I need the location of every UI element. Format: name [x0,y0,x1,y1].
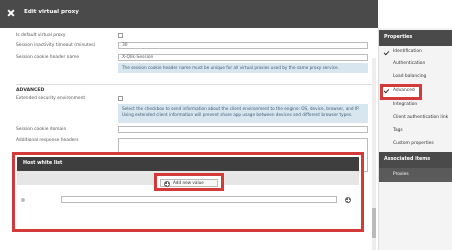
properties-header: Properties [379,30,452,46]
ext-security-checkbox[interactable] [118,96,123,101]
cookie-info-box: The session cookie header name must be u… [118,63,368,73]
add-new-value-label: Add new value [173,180,204,185]
add-row-icon[interactable] [345,197,351,203]
host-value-input[interactable] [61,196,337,203]
advanced-heading: ADVANCED [16,88,45,93]
sidebar-item-identification[interactable]: Identification [393,49,422,54]
properties-sidebar: Properties Identification Authentication… [378,28,452,250]
host-white-list-section: Host white list Add new value [12,152,364,232]
default-proxy-checkbox[interactable] [118,33,123,38]
inactivity-label: Session inactivity timeout (minutes) [16,43,96,48]
sidebar-item-integration[interactable]: Integration [393,102,417,107]
add-new-value-highlight: Add new value [154,173,224,191]
associated-items-header: Associated items [379,152,452,168]
dialog-header: Edit virtual proxy [0,0,378,28]
sidebar-item-custom-properties[interactable]: Custom properties [393,141,434,146]
close-icon[interactable] [8,10,14,16]
cookie-domain-label: Session cookie domain [16,127,67,132]
additional-headers-label: Additional response headers [16,138,79,143]
sidebar-item-client-auth-link[interactable]: Client authentication link [393,115,448,120]
add-new-value-button[interactable]: Add new value [160,179,218,187]
drag-handle-icon [21,198,25,202]
scrollbar[interactable] [372,58,376,250]
plus-circle-icon [164,181,170,187]
dialog-title: Edit virtual proxy [24,9,79,15]
divider [16,84,372,85]
properties-title: Properties [384,35,413,40]
cookie-domain-input[interactable] [118,126,368,133]
default-proxy-label: Is default virtual proxy [16,33,66,38]
scrollbar-thumb[interactable] [372,208,376,238]
associated-items-title: Associated items [384,157,431,162]
cookie-header-label: Session cookie header name [16,55,80,60]
ext-security-info-box: Select the checkbox to send information … [118,104,368,123]
sidebar-item-load-balancing[interactable]: Load balancing [393,74,426,79]
sidebar-item-authentication[interactable]: Authentication [393,61,425,66]
check-icon [383,49,390,56]
sidebar-item-advanced[interactable]: Advanced [393,88,415,93]
host-white-list-header: Host white list [17,157,359,171]
sidebar-item-proxies[interactable]: Proxies [379,168,452,182]
ext-security-label: Extended security environment [16,96,86,101]
sidebar-item-tags[interactable]: Tags [393,128,403,133]
host-white-list-title: Host white list [23,161,63,166]
inactivity-input[interactable]: 30 [118,42,368,49]
proxies-label: Proxies [393,172,409,177]
cookie-header-input[interactable]: X-Qlik-Session [118,54,368,61]
